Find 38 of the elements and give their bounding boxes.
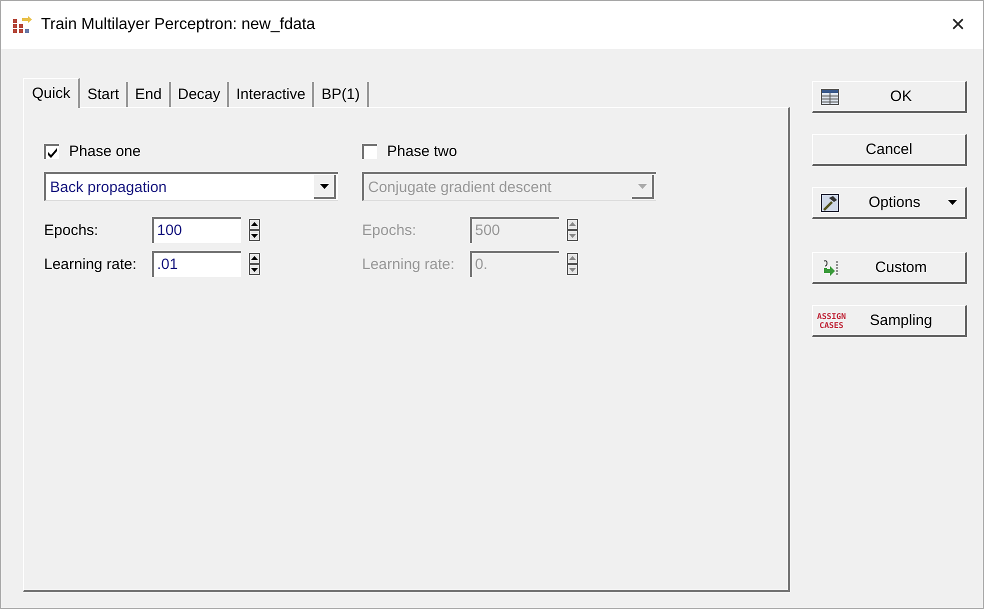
- assign-cases-icon: ASSIGN CASES: [817, 312, 846, 330]
- arrow-icon: [821, 258, 839, 276]
- dialog-button[interactable]: Custom: [812, 252, 967, 284]
- checkbox-label: Phase one: [69, 142, 141, 160]
- window-title: Train Multilayer Perceptron: new_fdata: [41, 16, 316, 34]
- tab[interactable]: End: [128, 82, 171, 107]
- field-label: Learning rate:: [44, 256, 138, 272]
- spin-up-button[interactable]: [567, 219, 578, 230]
- spin-down-button[interactable]: [567, 264, 578, 275]
- dialog-button[interactable]: Options: [812, 187, 967, 219]
- input-field[interactable]: 100: [152, 217, 241, 243]
- field-label: Epochs:: [44, 222, 100, 238]
- caret-icon: [320, 184, 328, 188]
- field-label: Learning rate:: [362, 256, 456, 272]
- tab[interactable]: Interactive: [229, 82, 314, 107]
- spin-down-button[interactable]: [249, 230, 260, 241]
- close-button[interactable]: ×: [944, 11, 971, 39]
- table-icon: [821, 88, 839, 104]
- caret-icon: [638, 184, 646, 188]
- dialog-button[interactable]: Cancel: [812, 134, 967, 166]
- field-label: Epochs:: [362, 222, 418, 238]
- spin-down-button[interactable]: [567, 230, 578, 241]
- tab[interactable]: Decay: [170, 82, 230, 107]
- tab[interactable]: Quick: [23, 78, 80, 108]
- spin-down-button[interactable]: [249, 264, 260, 275]
- input-field[interactable]: .01: [152, 251, 241, 277]
- spin-up-button[interactable]: [567, 253, 578, 264]
- dialog-button[interactable]: ASSIGN CASES Sampling: [812, 305, 967, 337]
- algorithm-dropdown[interactable]: Back propagation: [44, 172, 338, 201]
- spin-up-button[interactable]: [249, 219, 260, 230]
- spin-up-button[interactable]: [249, 253, 260, 264]
- tab[interactable]: BP(1): [314, 82, 369, 107]
- app-icon: [13, 16, 33, 34]
- checkbox-label: Phase two: [387, 142, 458, 160]
- hammer-icon: [821, 194, 839, 212]
- checkbox[interactable]: [44, 144, 59, 158]
- dialog-button[interactable]: OK: [812, 81, 967, 113]
- tab[interactable]: Start: [80, 82, 128, 107]
